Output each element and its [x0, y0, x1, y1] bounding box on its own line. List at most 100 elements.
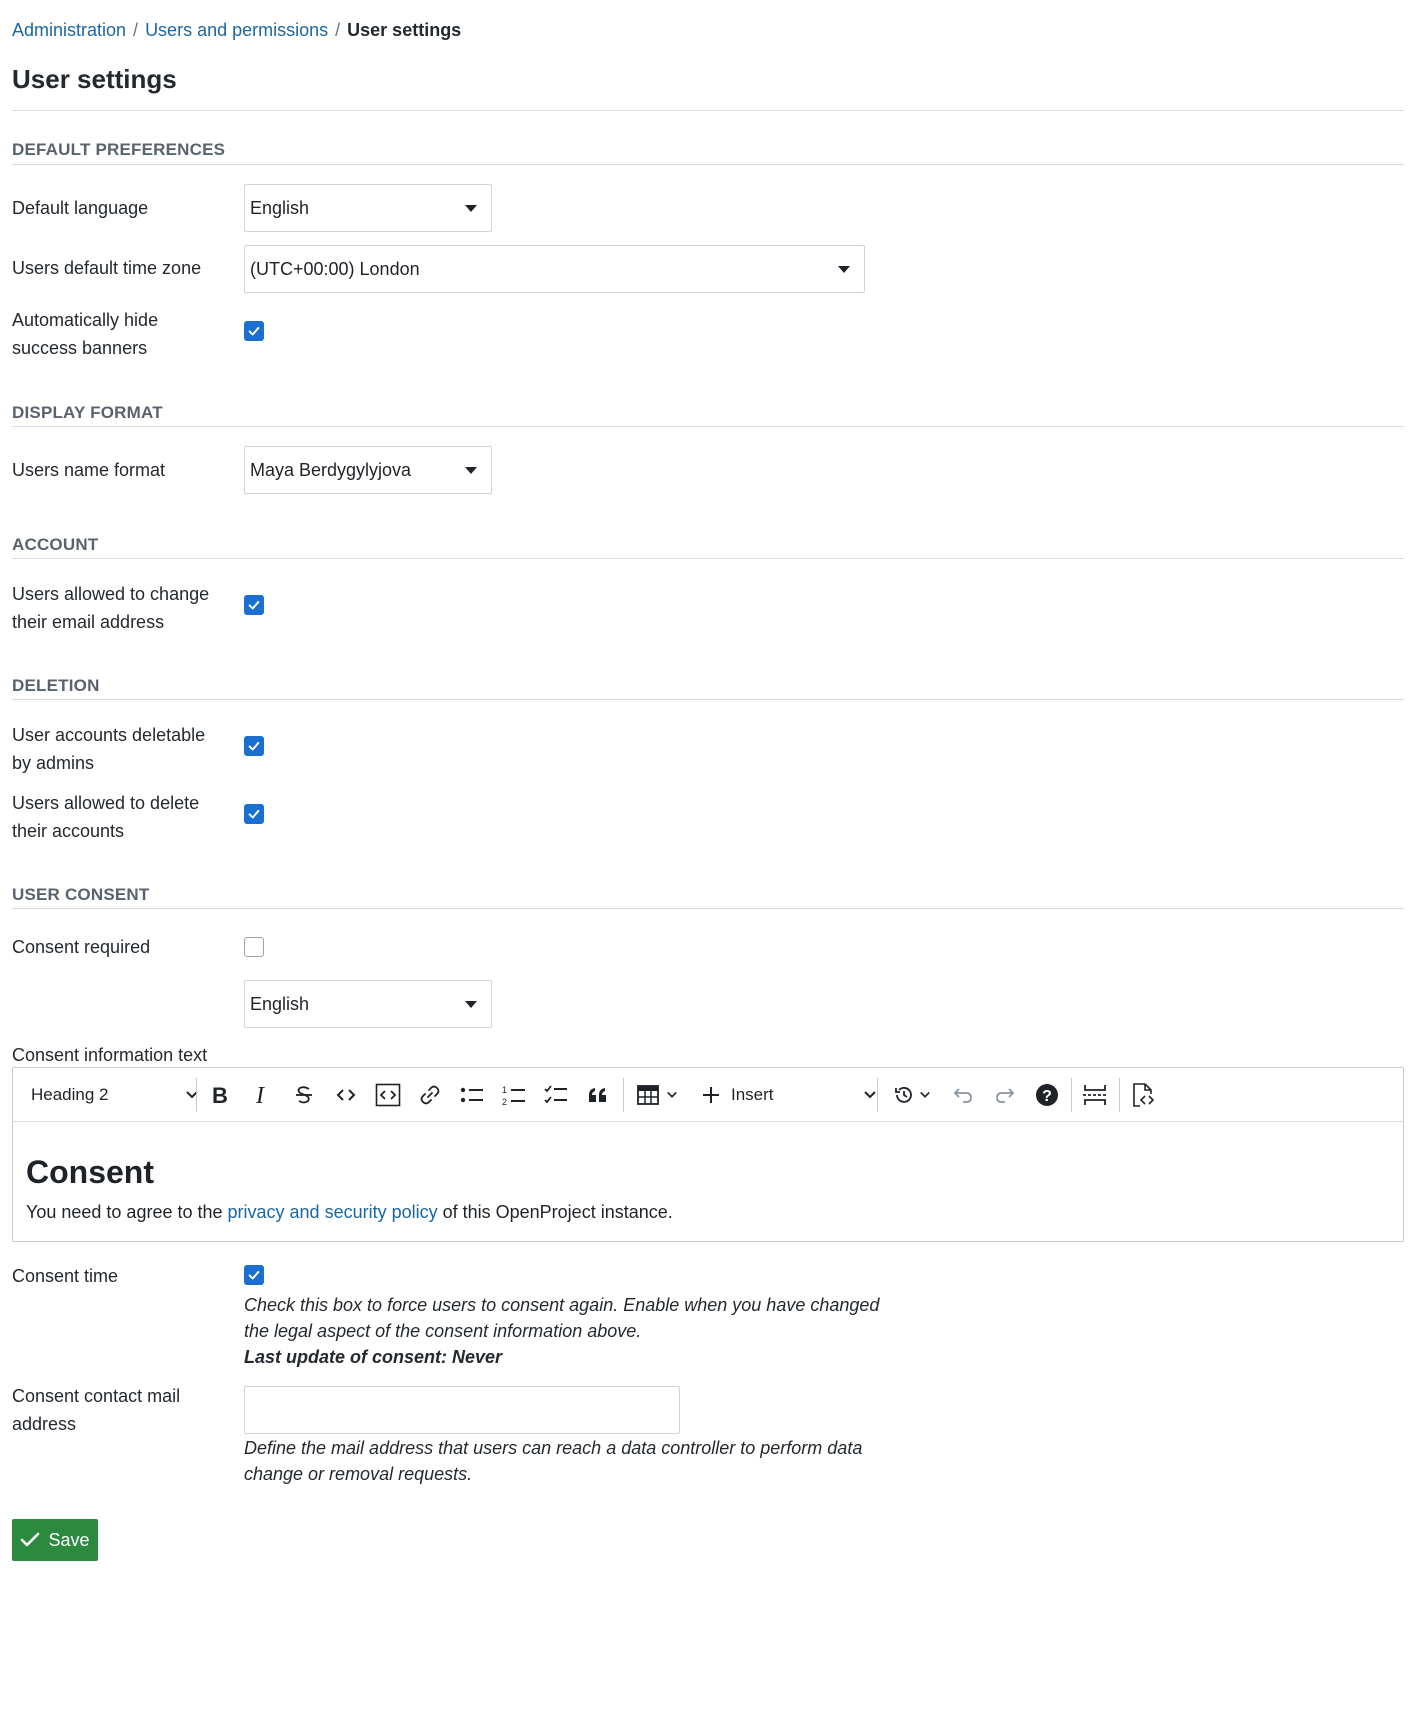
code-icon	[336, 1089, 356, 1101]
insert-dropdown[interactable]: Insert	[693, 1068, 885, 1122]
consent-time-label: Consent time	[12, 1266, 119, 1286]
dropdown-caret-icon	[465, 466, 477, 474]
consent-required-label: Consent required	[12, 937, 151, 957]
default-language-select[interactable]: English	[244, 184, 492, 232]
toolbar-divider	[196, 1078, 197, 1112]
privacy-policy-link[interactable]: privacy and security policy	[228, 1202, 438, 1222]
consent-time-hint-text: Check this box to force users to consent…	[244, 1295, 880, 1341]
blockquote-button[interactable]	[581, 1068, 615, 1122]
breadcrumb-users-and-permissions[interactable]: Users and permissions	[145, 20, 328, 40]
consent-body-before: You need to agree to the	[26, 1202, 228, 1222]
name-format-label: Users name format	[12, 460, 166, 480]
consent-body: You need to agree to the privacy and sec…	[26, 1200, 1390, 1224]
bulleted-list-button[interactable]	[455, 1068, 489, 1122]
default-language-value: English	[250, 197, 310, 218]
bulleted-list-icon	[460, 1087, 483, 1103]
section-user-consent: USER CONSENT	[12, 885, 150, 904]
consent-language-select[interactable]: English	[244, 980, 492, 1028]
consent-required-checkbox[interactable]	[244, 937, 264, 957]
time-zone-label: Users default time zone	[12, 258, 202, 278]
page-break-button[interactable]	[1077, 1068, 1113, 1122]
bold-button[interactable]: B	[203, 1068, 237, 1122]
checkmark-icon	[248, 1270, 260, 1280]
history-button[interactable]	[887, 1068, 937, 1122]
strikethrough-icon	[296, 1086, 312, 1104]
dropdown-caret-icon	[465, 204, 477, 212]
link-icon	[420, 1085, 440, 1105]
dropdown-caret-icon	[838, 265, 850, 273]
breadcrumb-administration[interactable]: Administration	[12, 20, 126, 40]
insert-label: Insert	[731, 1085, 774, 1104]
checkmark-icon	[248, 326, 260, 336]
help-icon: ?	[1036, 1084, 1058, 1106]
italic-button[interactable]: I	[245, 1068, 279, 1122]
title-divider	[12, 110, 1404, 111]
todo-list-icon	[544, 1085, 567, 1104]
plus-icon	[703, 1087, 719, 1103]
heading-dropdown-value: Heading 2	[31, 1085, 109, 1104]
link-button[interactable]	[413, 1068, 447, 1122]
heading-dropdown[interactable]: Heading 2	[19, 1068, 211, 1122]
table-button[interactable]	[629, 1068, 685, 1122]
editor-content[interactable]: Consent You need to agree to the privacy…	[26, 1152, 1390, 1224]
numbered-list-icon: 12	[502, 1085, 525, 1106]
consent-body-after: of this OpenProject instance.	[437, 1202, 673, 1222]
users-delete-own-label: Users allowed to delete their accounts	[12, 793, 200, 841]
time-zone-select[interactable]: (UTC+00:00) London	[244, 245, 865, 293]
source-icon	[1133, 1083, 1155, 1107]
numbered-list-button[interactable]: 12	[497, 1068, 531, 1122]
users-delete-own-checkbox[interactable]	[244, 804, 264, 824]
svg-text:2: 2	[502, 1097, 507, 1106]
save-label: Save	[48, 1529, 90, 1550]
default-language-label: Default language	[12, 198, 149, 218]
dropdown-caret-icon	[465, 1000, 477, 1008]
deletable-by-admins-checkbox[interactable]	[244, 736, 264, 756]
consent-time-hint: Check this box to force users to consent…	[244, 1292, 884, 1370]
undo-button[interactable]	[946, 1068, 980, 1122]
chevron-down-icon	[920, 1091, 930, 1098]
strikethrough-button[interactable]	[287, 1068, 321, 1122]
section-divider	[12, 426, 1404, 427]
consent-time-checkbox[interactable]	[244, 1265, 264, 1285]
table-icon	[637, 1085, 659, 1105]
page-break-icon	[1083, 1085, 1107, 1105]
save-button[interactable]: Save	[12, 1519, 98, 1561]
section-deletion: DELETION	[12, 676, 100, 695]
time-zone-value: (UTC+00:00) London	[250, 258, 420, 279]
svg-text:I: I	[255, 1084, 265, 1106]
source-button[interactable]	[1125, 1068, 1161, 1122]
editor-toolbar: Heading 2 B I 1 2 Insert ?	[13, 1068, 1403, 1122]
breadcrumb-separator: /	[133, 20, 139, 40]
chevron-down-icon	[667, 1091, 677, 1098]
page-title: User settings	[12, 64, 177, 94]
redo-icon	[996, 1088, 1015, 1103]
toolbar-divider	[877, 1078, 878, 1112]
svg-text:1: 1	[502, 1085, 507, 1095]
hide-banners-checkbox[interactable]	[244, 321, 264, 341]
code-block-button[interactable]	[371, 1068, 405, 1122]
consent-mail-hint: Define the mail address that users can r…	[244, 1438, 863, 1484]
italic-icon: I	[255, 1084, 265, 1106]
code-block-icon	[375, 1083, 401, 1107]
change-email-label: Users allowed to change their email addr…	[12, 584, 210, 632]
todo-list-button[interactable]	[539, 1068, 573, 1122]
toolbar-divider	[623, 1078, 624, 1112]
checkmark-icon	[248, 809, 260, 819]
consent-text-editor: Heading 2 B I 1 2 Insert ? Consent You n…	[12, 1067, 1404, 1242]
section-divider	[12, 908, 1404, 909]
consent-mail-input[interactable]	[244, 1386, 680, 1434]
toolbar-divider	[1119, 1078, 1120, 1112]
redo-button[interactable]	[988, 1068, 1022, 1122]
code-button[interactable]	[329, 1068, 363, 1122]
chevron-down-icon	[864, 1091, 876, 1099]
undo-icon	[953, 1088, 972, 1103]
history-icon	[895, 1087, 912, 1103]
name-format-select[interactable]: Maya Berdygylyjova	[244, 446, 492, 494]
toolbar-divider	[1071, 1078, 1072, 1112]
help-button[interactable]: ?	[1030, 1068, 1064, 1122]
last-update-text: Last update of consent: Never	[244, 1347, 503, 1367]
change-email-checkbox[interactable]	[244, 595, 264, 615]
svg-text:B: B	[212, 1084, 228, 1106]
checkmark-icon	[248, 741, 260, 751]
consent-language-value: English	[250, 993, 310, 1014]
